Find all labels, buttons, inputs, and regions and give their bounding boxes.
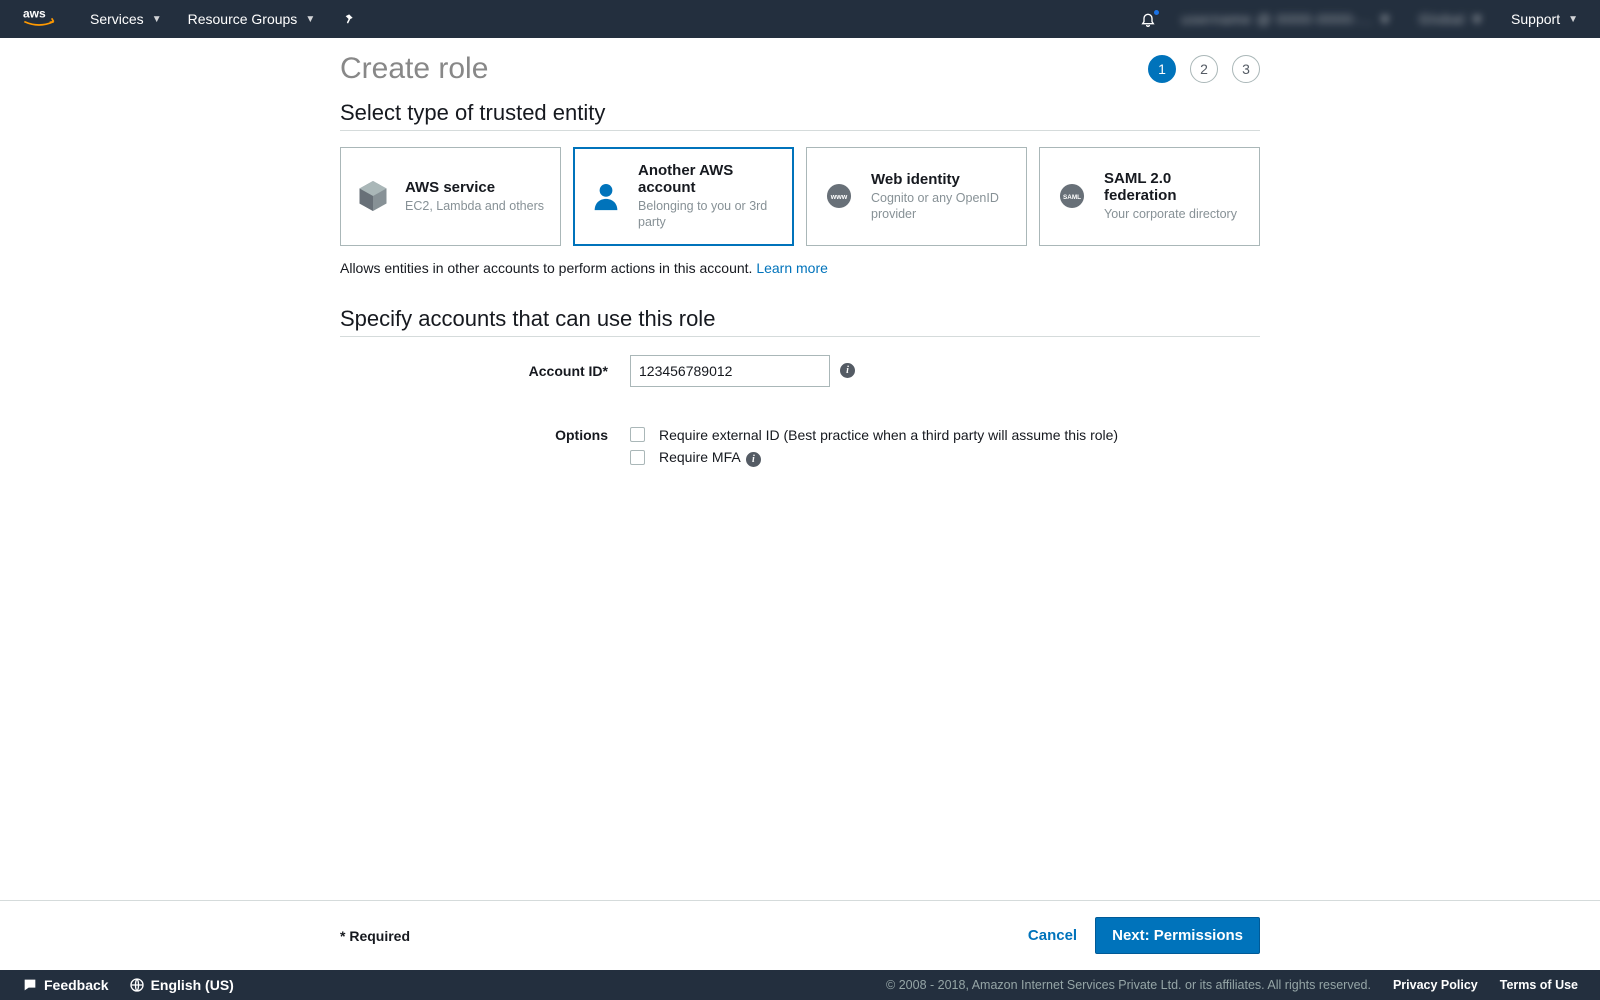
section-trusted-entity: Select type of trusted entity bbox=[340, 100, 1260, 131]
svg-text:aws: aws bbox=[23, 7, 46, 21]
card-title: SAML 2.0 federation bbox=[1104, 170, 1245, 204]
svg-text:www: www bbox=[830, 193, 848, 201]
privacy-link[interactable]: Privacy Policy bbox=[1393, 978, 1478, 992]
pin-icon[interactable] bbox=[341, 12, 355, 26]
account-id-input[interactable] bbox=[630, 355, 830, 387]
nav-support-label: Support bbox=[1511, 11, 1560, 27]
step-2[interactable]: 2 bbox=[1190, 55, 1218, 83]
card-sub: Your corporate directory bbox=[1104, 206, 1245, 222]
cancel-button[interactable]: Cancel bbox=[1028, 927, 1077, 944]
footer: Feedback English (US) © 2008 - 2018, Ama… bbox=[0, 970, 1600, 1000]
saml-icon: SAML bbox=[1054, 178, 1090, 214]
card-sub: Belonging to you or 3rd party bbox=[638, 198, 779, 231]
cube-icon bbox=[355, 178, 391, 214]
checkbox-mfa-label: Require MFA i bbox=[659, 449, 761, 467]
help-text: Allows entities in other accounts to per… bbox=[340, 260, 1260, 276]
card-sub: Cognito or any OpenID provider bbox=[871, 190, 1012, 223]
terms-link[interactable]: Terms of Use bbox=[1500, 978, 1578, 992]
page-title: Create role bbox=[340, 52, 488, 86]
card-title: AWS service bbox=[405, 179, 544, 196]
step-1[interactable]: 1 bbox=[1148, 55, 1176, 83]
options-label: Options bbox=[340, 427, 630, 443]
card-saml[interactable]: SAML SAML 2.0 federation Your corporate … bbox=[1039, 147, 1260, 246]
nav-services-label: Services bbox=[90, 11, 144, 27]
user-icon bbox=[588, 178, 624, 214]
nav-services[interactable]: Services ▼ bbox=[90, 11, 162, 27]
chevron-down-icon: ▼ bbox=[152, 14, 162, 25]
checkbox-external-id-label: Require external ID (Best practice when … bbox=[659, 427, 1118, 443]
nav-support[interactable]: Support ▼ bbox=[1511, 11, 1578, 27]
region-menu[interactable]: Global ▼ bbox=[1419, 11, 1485, 27]
wizard-steps: 1 2 3 bbox=[1148, 55, 1260, 83]
info-icon[interactable]: i bbox=[746, 452, 761, 467]
nav-resource-groups[interactable]: Resource Groups ▼ bbox=[188, 11, 316, 27]
card-title: Another AWS account bbox=[638, 162, 779, 196]
language-label: English (US) bbox=[151, 977, 234, 993]
www-icon: www bbox=[821, 178, 857, 214]
required-note: * Required bbox=[340, 928, 410, 944]
globe-icon bbox=[129, 977, 145, 993]
aws-logo[interactable]: aws bbox=[22, 7, 64, 31]
notification-dot bbox=[1153, 9, 1160, 16]
copyright: © 2008 - 2018, Amazon Internet Services … bbox=[886, 978, 1371, 992]
bottom-bar: * Required Cancel Next: Permissions bbox=[0, 900, 1600, 970]
card-web-identity[interactable]: www Web identity Cognito or any OpenID p… bbox=[806, 147, 1027, 246]
checkbox-external-id[interactable] bbox=[630, 427, 645, 442]
step-3[interactable]: 3 bbox=[1232, 55, 1260, 83]
chevron-down-icon: ▼ bbox=[305, 14, 315, 25]
card-sub: EC2, Lambda and others bbox=[405, 198, 544, 214]
account-menu[interactable]: username @ 0000-0000-... ▼ bbox=[1182, 11, 1393, 27]
section-accounts: Specify accounts that can use this role bbox=[340, 306, 1260, 337]
checkbox-mfa[interactable] bbox=[630, 450, 645, 465]
feedback-link[interactable]: Feedback bbox=[22, 977, 109, 993]
notifications-icon[interactable] bbox=[1140, 11, 1156, 27]
card-aws-service[interactable]: AWS service EC2, Lambda and others bbox=[340, 147, 561, 246]
next-permissions-button[interactable]: Next: Permissions bbox=[1095, 917, 1260, 954]
card-title: Web identity bbox=[871, 171, 1012, 188]
info-icon[interactable]: i bbox=[840, 363, 855, 378]
card-another-account[interactable]: Another AWS account Belonging to you or … bbox=[573, 147, 794, 246]
language-selector[interactable]: English (US) bbox=[129, 977, 234, 993]
speech-bubble-icon bbox=[22, 977, 38, 993]
chevron-down-icon: ▼ bbox=[1568, 14, 1578, 25]
learn-more-link[interactable]: Learn more bbox=[756, 260, 828, 276]
feedback-label: Feedback bbox=[44, 977, 109, 993]
svg-text:SAML: SAML bbox=[1063, 194, 1081, 201]
top-nav: aws Services ▼ Resource Groups ▼ usernam… bbox=[0, 0, 1600, 38]
nav-resource-groups-label: Resource Groups bbox=[188, 11, 298, 27]
help-text-body: Allows entities in other accounts to per… bbox=[340, 260, 756, 276]
account-id-label: Account ID* bbox=[340, 363, 630, 379]
